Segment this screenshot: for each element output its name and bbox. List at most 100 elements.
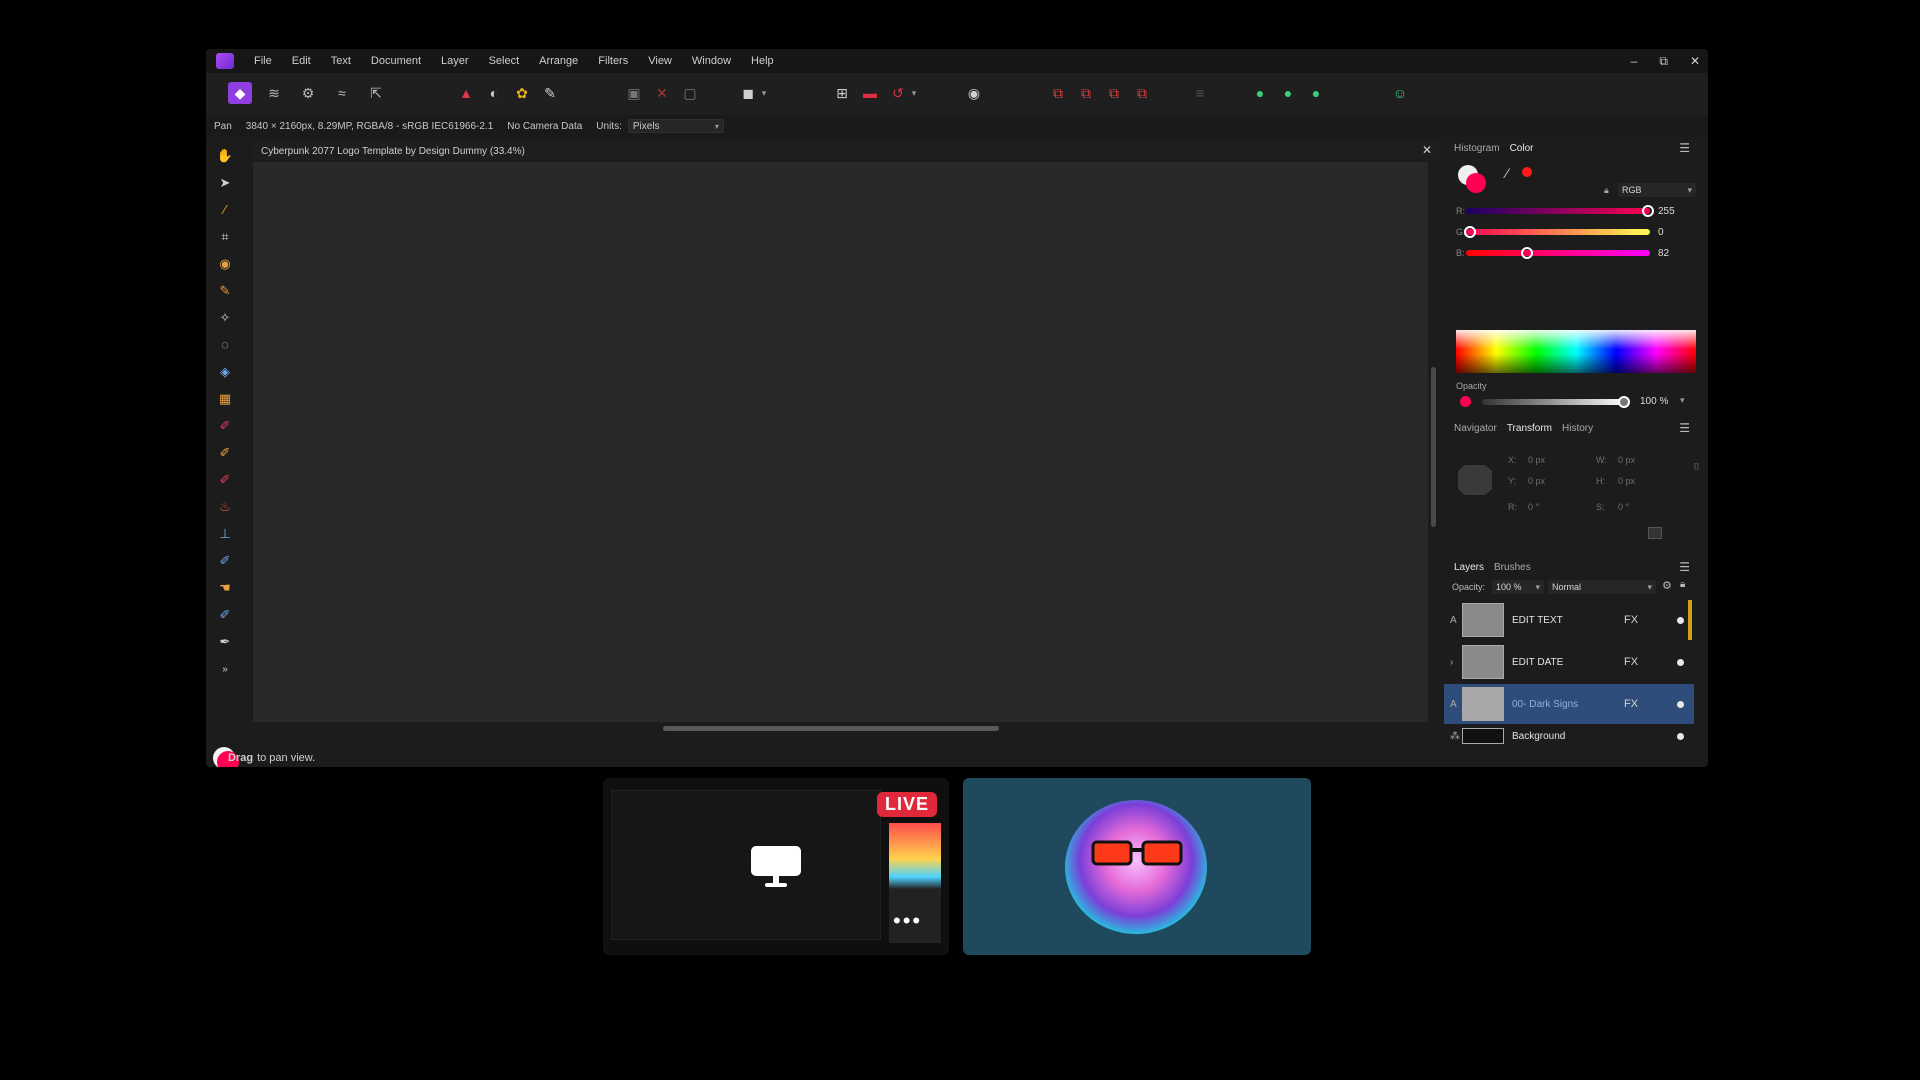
arrange-back-icon[interactable]: ⧉ (1046, 82, 1070, 104)
green-value[interactable]: 0 (1658, 227, 1664, 238)
deselect-icon[interactable]: ✕ (650, 82, 674, 104)
selection-brush-tool-icon[interactable]: ✎ (216, 282, 234, 300)
color-mode-dropdown[interactable]: RGB ▾ (1618, 183, 1696, 197)
vertical-scrollbar[interactable] (1428, 162, 1438, 722)
menu-file[interactable]: File (244, 55, 282, 67)
align-icon[interactable]: ≡ (1188, 82, 1212, 104)
visibility-dot-icon[interactable] (1677, 616, 1684, 624)
arrange-backward-icon[interactable]: ⧉ (1074, 82, 1098, 104)
arrange-front-icon[interactable]: ⧉ (1130, 82, 1154, 104)
chevron-down-icon[interactable]: ▾ (902, 82, 926, 104)
w-field[interactable]: 0 px (1618, 455, 1635, 465)
auto-colors-icon[interactable]: ✿ (510, 82, 534, 104)
visibility-dot-icon[interactable] (1677, 700, 1684, 708)
red-eye-tool-icon[interactable]: ◉ (216, 255, 234, 273)
close-document-icon[interactable]: ✕ (1422, 143, 1432, 157)
magic-wand-tool-icon[interactable]: ✧ (216, 309, 234, 327)
develop-persona-icon[interactable]: ⚙ (296, 82, 320, 104)
rotation-field[interactable]: 0 ° (1528, 502, 1539, 512)
photo-persona-icon[interactable]: ◆ (228, 82, 252, 104)
gear-icon[interactable]: ⚙ (1662, 579, 1672, 592)
tab-histogram[interactable]: Histogram (1454, 143, 1500, 154)
eyedropper-icon[interactable]: ⁄ (1506, 165, 1508, 181)
menu-document[interactable]: Document (361, 55, 431, 67)
tab-transform[interactable]: Transform (1507, 423, 1552, 434)
menu-window[interactable]: Window (682, 55, 741, 67)
snapping-icon[interactable]: ⊞ (830, 82, 854, 104)
menu-text[interactable]: Text (321, 55, 361, 67)
visibility-dot-icon[interactable] (1677, 732, 1684, 740)
minimize-button[interactable]: – (1631, 54, 1638, 68)
chevron-down-icon[interactable]: ▾ (1680, 395, 1685, 406)
menu-filters[interactable]: Filters (588, 55, 638, 67)
menu-select[interactable]: Select (479, 55, 530, 67)
layer-fx-icon[interactable]: FX (1624, 656, 1638, 668)
document-tab[interactable]: Cyberpunk 2077 Logo Template by Design D… (253, 142, 1438, 160)
panel-menu-icon[interactable]: ☰ (1679, 421, 1690, 435)
close-window-button[interactable]: ✕ (1690, 54, 1700, 68)
units-dropdown[interactable]: Pixels ▾ (627, 119, 724, 133)
invert-selection-icon[interactable]: ▢ (678, 82, 702, 104)
app-logo-icon[interactable] (216, 53, 234, 69)
horizontal-scroll-thumb[interactable] (663, 726, 999, 731)
duplicate-layer-icon[interactable]: ● (1276, 82, 1300, 104)
layer-row[interactable]: A EDIT TEXT FX (1444, 600, 1694, 640)
more-options-icon[interactable]: ••• (893, 908, 922, 934)
transform-options-icon[interactable] (1648, 527, 1662, 539)
liquify-persona-icon[interactable]: ≋ (262, 82, 286, 104)
paint-brush-tool-icon[interactable]: ✐ (216, 417, 234, 435)
opacity-value[interactable]: 100 % (1640, 396, 1668, 407)
pen-tool-icon[interactable]: ✒ (216, 633, 234, 651)
hand-tool-icon[interactable]: ✋ (216, 147, 234, 165)
crop-tool-icon[interactable]: ⌗ (216, 228, 234, 246)
anchor-selector-icon[interactable] (1458, 465, 1492, 495)
layer-lock-icon[interactable]: ⁂ (1450, 731, 1460, 742)
color-spectrum[interactable] (1456, 330, 1696, 373)
recent-color-swatch[interactable] (1522, 167, 1532, 177)
tab-color[interactable]: Color (1510, 143, 1534, 154)
fill-stroke-swatch[interactable] (1458, 165, 1488, 195)
flood-fill-tool-icon[interactable]: ◈ (216, 363, 234, 381)
expand-group-icon[interactable]: › (1450, 657, 1453, 668)
export-persona-icon[interactable]: ⇱ (364, 82, 388, 104)
clone-tool-icon[interactable]: ⊥ (216, 525, 234, 543)
visibility-dot-icon[interactable] (1677, 658, 1684, 666)
assistant-icon[interactable]: ▬ (858, 82, 882, 104)
color-picker-tool-icon[interactable]: ⁄ (216, 201, 234, 219)
blemish-tool-icon[interactable]: ✐ (216, 552, 234, 570)
document-canvas[interactable] (253, 162, 1428, 722)
tone-mapping-persona-icon[interactable]: ≈ (330, 82, 354, 104)
layer-row-selected[interactable]: A 00- Dark Signs FX (1444, 684, 1694, 724)
merge-layer-icon[interactable]: ● (1304, 82, 1328, 104)
auto-contrast-icon[interactable]: ◐ (482, 82, 506, 104)
menu-layer[interactable]: Layer (431, 55, 479, 67)
menu-edit[interactable]: Edit (282, 55, 321, 67)
mask-mode-icon[interactable]: ◉ (962, 82, 986, 104)
lock-icon[interactable]: 🔒︎ (1680, 579, 1685, 590)
x-field[interactable]: 0 px (1528, 455, 1545, 465)
opacity-slider[interactable] (1482, 396, 1630, 408)
layer-fx-icon[interactable]: FX (1624, 698, 1638, 710)
link-aspect-icon[interactable]: ⌷ (1694, 461, 1699, 472)
layer-row[interactable]: ⁂ Background (1444, 726, 1694, 746)
add-layer-icon[interactable]: ● (1248, 82, 1272, 104)
vertical-scroll-thumb[interactable] (1431, 367, 1436, 527)
arrange-forward-icon[interactable]: ⧉ (1102, 82, 1126, 104)
menu-view[interactable]: View (638, 55, 682, 67)
red-value[interactable]: 255 (1658, 206, 1675, 217)
opacity-slider-knob[interactable] (1618, 396, 1630, 408)
green-slider-knob[interactable] (1464, 226, 1476, 238)
layer-row[interactable]: › EDIT DATE FX (1444, 642, 1694, 682)
marquee-tool-icon[interactable]: ◌ (216, 336, 234, 354)
erase-brush-tool-icon[interactable]: ✐ (216, 471, 234, 489)
maximize-button[interactable]: ⧉ (1659, 54, 1668, 69)
blue-slider-knob[interactable] (1521, 247, 1533, 259)
green-slider[interactable] (1464, 226, 1650, 238)
shear-field[interactable]: 0 ° (1618, 502, 1629, 512)
smudge-tool-icon[interactable]: ☚ (216, 579, 234, 597)
select-all-icon[interactable]: ▣ (622, 82, 646, 104)
red-slider[interactable] (1466, 205, 1654, 217)
blue-slider[interactable] (1466, 247, 1650, 259)
sharpen-tool-icon[interactable]: ✐ (216, 606, 234, 624)
tab-brushes[interactable]: Brushes (1494, 562, 1531, 573)
